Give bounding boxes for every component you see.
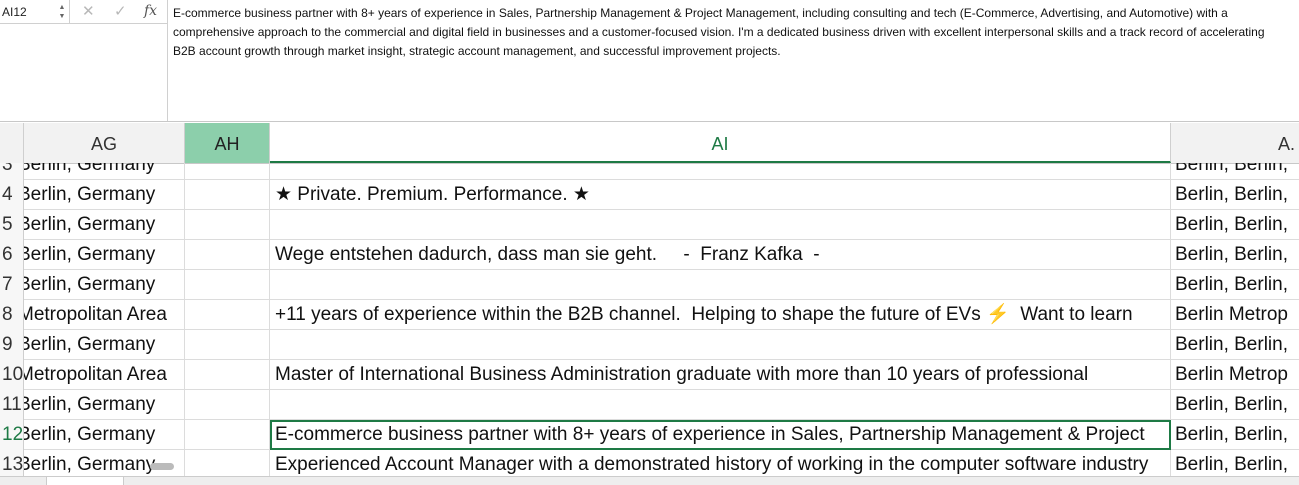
cell-ag[interactable]: Berlin, Germany (24, 240, 185, 270)
cell-ai[interactable]: ★ Private. Premium. Performance. ★ (270, 180, 1171, 210)
row-header[interactable]: 12 (0, 420, 24, 450)
cell-ah[interactable] (185, 330, 270, 360)
column-header-ag[interactable]: AG (24, 123, 185, 163)
cell-ah[interactable] (185, 240, 270, 270)
row-header[interactable]: 8 (0, 300, 24, 330)
row-header[interactable]: 4 (0, 180, 24, 210)
confirm-icon[interactable]: ✓ (114, 2, 127, 20)
name-box-stepper[interactable]: ▲ ▼ (56, 3, 68, 21)
row-header[interactable]: 5 (0, 210, 24, 240)
cell-aj[interactable]: Berlin, Berlin, (1171, 420, 1299, 450)
cell-aj[interactable]: Berlin, Berlin, (1171, 270, 1299, 300)
cell-ah[interactable] (185, 300, 270, 330)
cell-ah[interactable] (185, 390, 270, 420)
cell-ah[interactable] (185, 420, 270, 450)
cell-aj[interactable]: Berlin, Berlin, (1171, 210, 1299, 240)
row-header[interactable]: 7 (0, 270, 24, 300)
cell-ag[interactable]: Berlin, Germany (24, 270, 185, 300)
table-row: 3 Berlin, Germany Berlin, Berlin, (0, 163, 1299, 180)
cancel-icon[interactable]: ✕ (82, 2, 95, 20)
table-row: 7 Berlin, Germany Berlin, Berlin, (0, 270, 1299, 300)
horizontal-scrollbar-thumb[interactable] (150, 463, 174, 470)
column-header-ah[interactable]: AH (185, 123, 270, 163)
formula-bar: AI12 ▲ ▼ ✕ ✓ fx E-commerce business part… (0, 0, 1299, 122)
cell-ag[interactable]: Berlin, Germany (24, 390, 185, 420)
table-row: 9 Berlin, Germany Berlin, Berlin, (0, 330, 1299, 360)
row-header[interactable]: 10 (0, 360, 24, 390)
row-header[interactable]: 6 (0, 240, 24, 270)
cell-aj[interactable]: Berlin, Berlin, (1171, 163, 1299, 180)
function-icon[interactable]: fx (144, 3, 157, 19)
table-row: 12 Berlin, Germany E-commerce business p… (0, 420, 1299, 450)
cell-ai[interactable]: Wege entstehen dadurch, dass man sie geh… (270, 240, 1171, 270)
cell-ah[interactable] (185, 270, 270, 300)
column-headers: AG AH AI A. (0, 123, 1299, 164)
cell-ag[interactable]: Metropolitan Area (24, 360, 185, 390)
table-row: 11 Berlin, Germany Berlin, Berlin, (0, 390, 1299, 420)
column-header-ai[interactable]: AI (270, 123, 1171, 163)
cell-ai[interactable]: +11 years of experience within the B2B c… (270, 300, 1171, 330)
grid: 3 Berlin, Germany Berlin, Berlin, 4 Berl… (0, 163, 1299, 484)
cell-ag[interactable]: Metropolitan Area (24, 300, 185, 330)
cell-ag[interactable]: Berlin, Germany (24, 330, 185, 360)
cell-ai-text: +11 years of experience within the B2B c… (275, 304, 981, 325)
cell-ag[interactable]: Berlin, Germany (24, 420, 185, 450)
table-row: 8 Metropolitan Area +11 years of experie… (0, 300, 1299, 330)
cell-ah[interactable] (185, 180, 270, 210)
table-row: 4 Berlin, Germany ★ Private. Premium. Pe… (0, 180, 1299, 210)
chevron-down-icon[interactable]: ▼ (56, 12, 68, 21)
cell-ai[interactable] (270, 163, 1171, 180)
cell-ag[interactable]: Berlin, Germany (24, 210, 185, 240)
cell-ah[interactable] (185, 210, 270, 240)
cell-ai[interactable] (270, 330, 1171, 360)
table-row: 5 Berlin, Germany Berlin, Berlin, (0, 210, 1299, 240)
cell-aj[interactable]: Berlin, Berlin, (1171, 390, 1299, 420)
cell-aj[interactable]: Berlin Metrop (1171, 300, 1299, 330)
cell-ag[interactable]: Berlin, Germany (24, 180, 185, 210)
cell-ai[interactable]: Master of International Business Adminis… (270, 360, 1171, 390)
cell-ai[interactable] (270, 210, 1171, 240)
name-box-value: AI12 (2, 5, 27, 19)
table-row: 6 Berlin, Germany Wege entstehen dadurch… (0, 240, 1299, 270)
column-header-aj[interactable]: A. (1171, 123, 1299, 163)
row-header[interactable]: 3 (0, 163, 24, 180)
cell-aj[interactable]: Berlin Metrop (1171, 360, 1299, 390)
cell-ag[interactable]: Berlin, Germany (24, 163, 185, 180)
cell-aj[interactable]: Berlin, Berlin, (1171, 330, 1299, 360)
select-all-corner[interactable] (0, 123, 24, 163)
row-header[interactable]: 9 (0, 330, 24, 360)
formula-bar-spacer (0, 24, 168, 121)
formula-input[interactable]: E-commerce business partner with 8+ year… (173, 4, 1283, 61)
cell-ai-selected[interactable]: E-commerce business partner with 8+ year… (270, 420, 1171, 450)
table-row: 10 Metropolitan Area Master of Internati… (0, 360, 1299, 390)
cell-ai-text-tail: Want to learn (1009, 304, 1133, 325)
row-header[interactable]: 11 (0, 390, 24, 420)
formula-actions: ✕ ✓ fx (70, 0, 168, 24)
cell-ah[interactable] (185, 360, 270, 390)
cell-ai[interactable] (270, 270, 1171, 300)
cell-aj[interactable]: Berlin, Berlin, (1171, 180, 1299, 210)
cell-aj[interactable]: Berlin, Berlin, (1171, 240, 1299, 270)
lightning-icon: ⚡ (986, 304, 1010, 325)
cell-ai[interactable] (270, 390, 1171, 420)
cell-ah[interactable] (185, 163, 270, 180)
chevron-up-icon[interactable]: ▲ (56, 3, 68, 12)
